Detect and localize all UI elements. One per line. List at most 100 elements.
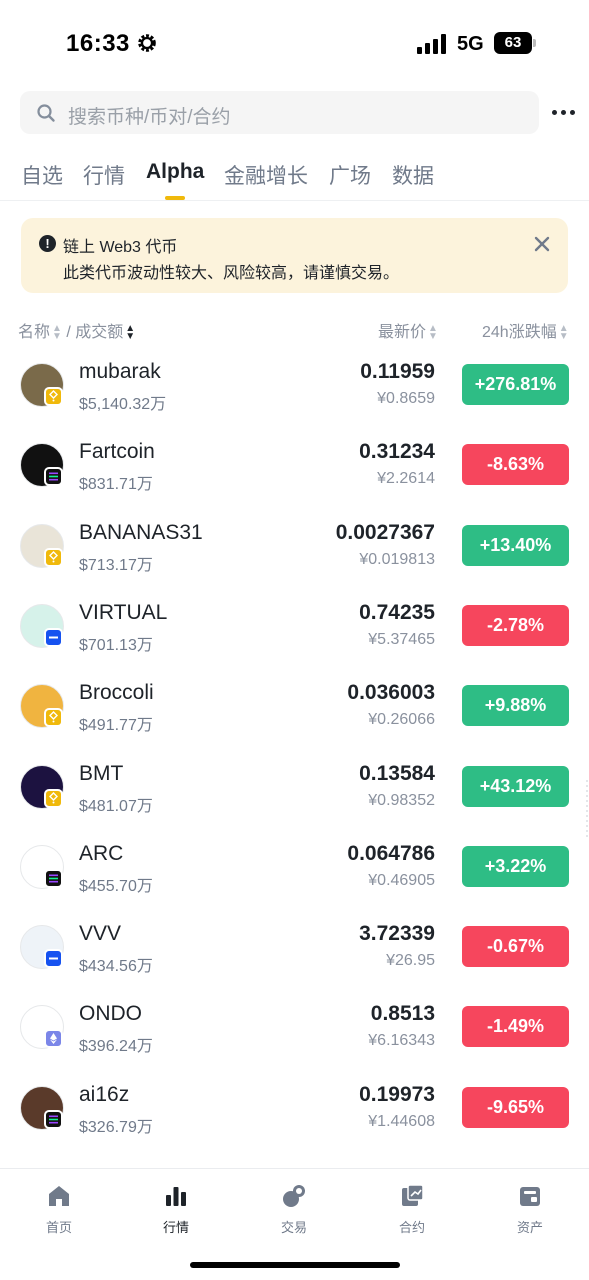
solana-chain-icon bbox=[44, 1109, 63, 1129]
coin-price-cny: ¥6.16343 bbox=[368, 1032, 435, 1050]
more-options-icon[interactable] bbox=[551, 100, 575, 124]
coin-price: 0.8513 bbox=[370, 1002, 435, 1026]
sort-by-name[interactable]: 名称 ▲ ▼ / 成交额 ▲ ▼ bbox=[18, 318, 135, 342]
nav-markets[interactable]: 行情 bbox=[136, 1183, 216, 1236]
status-bar: 16:33 5G 63 bbox=[0, 0, 589, 80]
nav-futures[interactable]: 合约 bbox=[372, 1183, 452, 1236]
sort-icon: ▲ ▼ bbox=[52, 322, 62, 342]
bnb-chain-icon bbox=[44, 547, 63, 567]
signal-icon bbox=[417, 34, 446, 54]
coin-row[interactable]: ai16z $326.79万 0.19973 ¥1.44608 -9.65% bbox=[0, 1067, 589, 1147]
ethereum-chain-icon bbox=[44, 1029, 63, 1049]
trade-icon bbox=[283, 1185, 305, 1207]
change-badge[interactable]: +43.12% bbox=[462, 765, 569, 807]
tab-data[interactable]: 数据 bbox=[392, 160, 434, 190]
sort-desc-icon: ▲ ▼ bbox=[125, 322, 136, 342]
coin-price-cny: ¥26.95 bbox=[386, 952, 435, 970]
coin-price: 0.13584 bbox=[359, 761, 435, 785]
scroll-edge bbox=[586, 780, 588, 840]
network-type: 5G bbox=[457, 33, 484, 55]
bnb-chain-icon bbox=[44, 387, 63, 406]
search-input[interactable]: 搜索币种/币对/合约 bbox=[20, 91, 539, 134]
sort-by-price[interactable]: 最新价 ▲ ▼ bbox=[378, 318, 438, 342]
gear-icon bbox=[138, 34, 156, 52]
change-badge[interactable]: +13.40% bbox=[462, 524, 569, 566]
tab-finance-growth[interactable]: 金融增长 bbox=[224, 160, 308, 190]
coin-name: ai16z bbox=[79, 1082, 130, 1106]
header-volume-label: 成交额 bbox=[75, 324, 124, 341]
coin-price: 0.0027367 bbox=[335, 520, 435, 544]
coin-row[interactable]: Fartcoin $831.71万 0.31234 ¥2.2614 -8.63% bbox=[0, 424, 589, 504]
coin-volume: $701.13万 bbox=[79, 636, 153, 654]
change-badge[interactable]: -0.67% bbox=[462, 926, 569, 968]
base-chain-icon bbox=[44, 949, 63, 969]
header-name-label: 名称 bbox=[18, 324, 51, 341]
coin-price-cny: ¥0.98352 bbox=[368, 791, 435, 809]
coin-volume: $326.79万 bbox=[79, 1118, 153, 1136]
wallet-icon bbox=[520, 1187, 540, 1206]
coin-row[interactable]: ONDO $396.24万 0.8513 ¥6.16343 -1.49% bbox=[0, 986, 589, 1066]
coin-name: ARC bbox=[79, 841, 124, 865]
coin-row[interactable]: ARC $455.70万 0.064786 ¥0.46905 +3.22% bbox=[0, 826, 589, 906]
solana-chain-icon bbox=[44, 467, 63, 487]
search-placeholder: 搜索币种/币对/合约 bbox=[68, 107, 231, 128]
change-badge[interactable]: -2.78% bbox=[462, 604, 569, 646]
coin-row[interactable]: Broccoli $491.77万 0.036003 ¥0.26066 +9.88% bbox=[0, 665, 589, 745]
nav-home[interactable]: 首页 bbox=[19, 1183, 99, 1236]
coin-price-cny: ¥2.2614 bbox=[377, 470, 435, 488]
divider bbox=[0, 200, 589, 201]
coin-list: mubarak $5,140.32万 0.11959 ¥0.8659 +276.81% F… bbox=[0, 344, 589, 1168]
coin-name: Broccoli bbox=[79, 681, 154, 705]
coin-price-cny: ¥0.8659 bbox=[377, 390, 435, 407]
coin-price-cny: ¥5.37465 bbox=[368, 630, 435, 648]
search-icon bbox=[37, 104, 55, 122]
change-badge[interactable]: +9.88% bbox=[462, 685, 569, 727]
battery-icon: 63 bbox=[494, 32, 536, 54]
coin-price: 0.31234 bbox=[359, 440, 435, 464]
coin-name: VVV bbox=[79, 922, 122, 946]
bnb-chain-icon bbox=[44, 788, 63, 808]
coin-volume: $481.07万 bbox=[79, 797, 153, 815]
tab-markets[interactable]: 行情 bbox=[83, 160, 125, 190]
coin-price-cny: ¥0.46905 bbox=[368, 871, 435, 889]
sort-icon: ▲ ▼ bbox=[558, 322, 569, 342]
change-badge[interactable]: -1.49% bbox=[462, 1006, 569, 1048]
coin-name: BANANAS31 bbox=[79, 520, 203, 544]
sort-icon: ▲ ▼ bbox=[428, 322, 438, 342]
tab-square[interactable]: 广场 bbox=[329, 160, 371, 190]
change-badge[interactable]: -9.65% bbox=[462, 1086, 569, 1128]
risk-notice: ! 链上 Web3 代币 此类代币波动性较大、风险较高，请谨慎交易。 bbox=[21, 218, 568, 293]
coin-row[interactable]: mubarak $5,140.32万 0.11959 ¥0.8659 +276.81% bbox=[0, 344, 589, 424]
home-icon bbox=[49, 1186, 69, 1206]
tab-alpha[interactable]: Alpha bbox=[146, 160, 204, 184]
tab-favorites[interactable]: 自选 bbox=[21, 160, 63, 190]
close-icon[interactable] bbox=[532, 234, 552, 254]
sort-by-change[interactable]: 24h涨跌幅 ▲ ▼ bbox=[482, 318, 569, 342]
change-badge[interactable]: -8.63% bbox=[462, 444, 569, 486]
nav-assets[interactable]: 资产 bbox=[490, 1183, 570, 1236]
coin-price: 0.19973 bbox=[359, 1082, 435, 1106]
coin-volume: $831.71万 bbox=[79, 476, 153, 494]
nav-markets-label: 行情 bbox=[162, 1220, 189, 1235]
change-badge[interactable]: +276.81% bbox=[462, 364, 569, 405]
coin-volume: $713.17万 bbox=[79, 556, 153, 574]
coin-price: 0.036003 bbox=[347, 681, 435, 705]
status-time: 16:33 bbox=[66, 30, 130, 57]
nav-home-label: 首页 bbox=[45, 1220, 72, 1235]
coin-row[interactable]: VVV $434.56万 3.72339 ¥26.95 -0.67% bbox=[0, 906, 589, 986]
coin-name: ONDO bbox=[79, 1002, 142, 1026]
coin-row[interactable]: VIRTUAL $701.13万 0.74235 ¥5.37465 -2.78% bbox=[0, 585, 589, 665]
coin-row[interactable]: BMT $481.07万 0.13584 ¥0.98352 +43.12% bbox=[0, 746, 589, 826]
coin-volume: $396.24万 bbox=[79, 1038, 153, 1056]
header-change-label: 24h涨跌幅 bbox=[482, 324, 557, 341]
bnb-chain-icon bbox=[44, 708, 63, 728]
coin-row[interactable]: BANANAS31 $713.17万 0.0027367 ¥0.019813 +13.4… bbox=[0, 505, 589, 585]
nav-trade-label: 交易 bbox=[280, 1220, 307, 1235]
list-header: 名称 ▲ ▼ / 成交额 ▲ ▼ 最新价 ▲ ▼ 24h涨跌幅 ▲ ▼ bbox=[0, 318, 589, 342]
coin-volume: $491.77万 bbox=[79, 717, 153, 735]
change-badge[interactable]: +3.22% bbox=[462, 845, 569, 887]
nav-trade[interactable]: 交易 bbox=[254, 1183, 334, 1236]
coin-price: 0.74235 bbox=[359, 600, 435, 624]
coin-price-cny: ¥0.26066 bbox=[368, 711, 435, 729]
notice-title: 链上 Web3 代币 bbox=[63, 239, 178, 256]
